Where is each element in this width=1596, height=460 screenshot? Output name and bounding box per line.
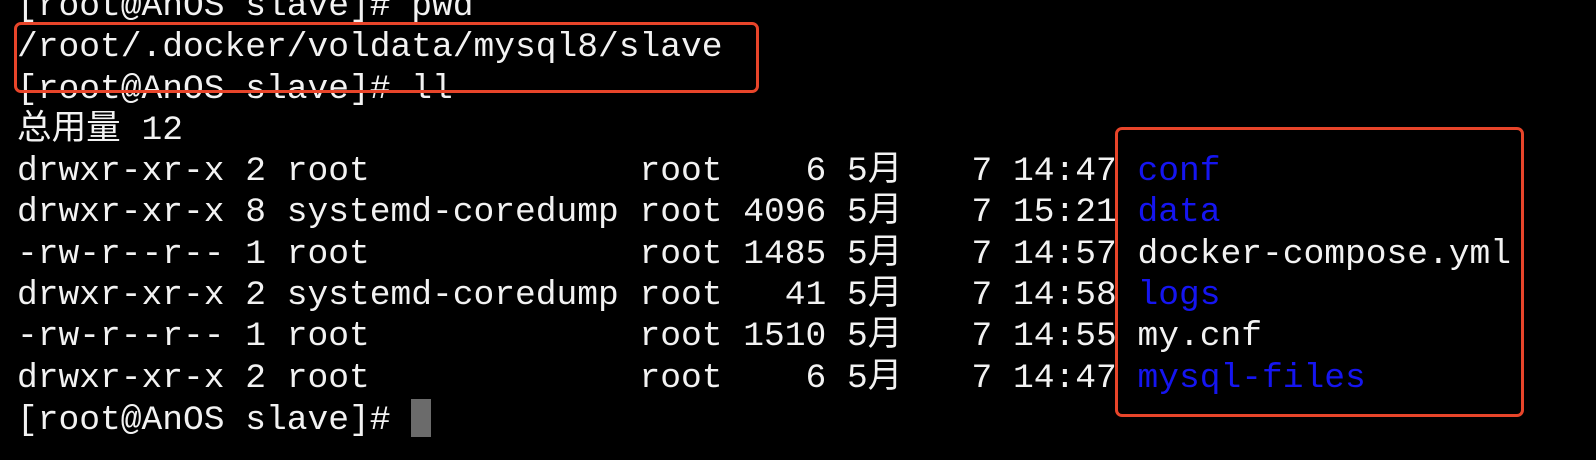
listing-permissions-owner-size: drwxr-xr-x 8 systemd-coredump root 4096 xyxy=(17,193,848,233)
listing-date-time: 7 14:58 xyxy=(909,276,1138,316)
listing-permissions-owner-size: drwxr-xr-x 2 systemd-coredump root 41 xyxy=(17,276,848,316)
listing-month-char: 月 xyxy=(867,276,903,316)
listing-month-num: 5 xyxy=(847,152,868,192)
listing-date-time: 7 15:21 xyxy=(909,193,1138,233)
highlight-box-filenames xyxy=(1115,127,1524,417)
highlight-box-path xyxy=(14,22,759,93)
listing-month-num: 5 xyxy=(847,317,868,357)
listing-month-num: 5 xyxy=(847,193,868,233)
listing-date-time: 7 14:57 xyxy=(909,234,1138,274)
listing-month-char: 月 xyxy=(867,234,903,274)
listing-month-char: 月 xyxy=(867,152,903,192)
listing-date-time: 7 14:47 xyxy=(909,358,1138,398)
listing-permissions-owner-size: drwxr-xr-x 2 root root 6 xyxy=(17,152,848,192)
prompt: [root@AnOS slave]# xyxy=(17,400,412,440)
listing-month-num: 5 xyxy=(847,234,868,274)
listing-month-char: 月 xyxy=(867,358,903,398)
listing-month-char: 月 xyxy=(867,193,903,233)
listing-permissions-owner-size: drwxr-xr-x 2 root root 6 xyxy=(17,358,848,398)
listing-month-num: 5 xyxy=(847,276,868,316)
cursor xyxy=(411,398,432,437)
listing-date-time: 7 14:55 xyxy=(909,317,1138,357)
listing-month-char: 月 xyxy=(867,317,903,357)
listing-date-time: 7 14:47 xyxy=(909,152,1138,192)
listing-month-num: 5 xyxy=(847,358,868,398)
listing-permissions-owner-size: -rw-r--r-- 1 root root 1485 xyxy=(17,234,848,274)
listing-permissions-owner-size: -rw-r--r-- 1 root root 1510 xyxy=(17,317,848,357)
